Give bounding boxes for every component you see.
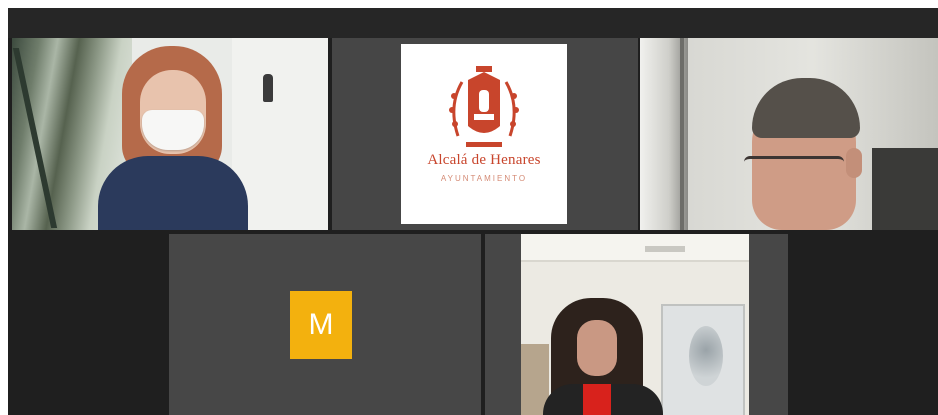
participant-tile-1[interactable] <box>12 38 328 230</box>
participant-tile-2[interactable]: Alcalá de Henares AYUNTAMIENTO <box>332 38 638 230</box>
screenshot-frame: Alcalá de Henares AYUNTAMIENTO M <box>0 0 938 415</box>
participant-video <box>521 234 749 415</box>
ceiling-lamp <box>645 246 685 252</box>
participant-shirt <box>583 384 611 415</box>
logo-subtitle: AYUNTAMIENTO <box>440 174 528 183</box>
door-frame <box>680 38 684 230</box>
glasses <box>744 156 844 177</box>
call-top-bar <box>8 8 938 38</box>
city-crest-icon <box>449 66 519 147</box>
background-shelf <box>872 148 938 230</box>
background-ceiling <box>521 234 749 262</box>
logo-card: Alcalá de Henares AYUNTAMIENTO <box>401 44 567 224</box>
participant-tile-3[interactable] <box>640 38 938 230</box>
participant-face <box>577 320 617 376</box>
logo-title: Alcalá de Henares <box>427 152 541 168</box>
participant-ear <box>846 148 862 178</box>
video-call-window: Alcalá de Henares AYUNTAMIENTO M <box>8 8 938 415</box>
participant-avatar: M <box>290 291 352 359</box>
background-figurine <box>263 74 273 102</box>
participant-tile-4[interactable]: M <box>169 234 481 415</box>
picture-tree <box>689 326 723 386</box>
participant-tile-5[interactable] <box>485 234 788 415</box>
participant-body <box>98 156 248 230</box>
